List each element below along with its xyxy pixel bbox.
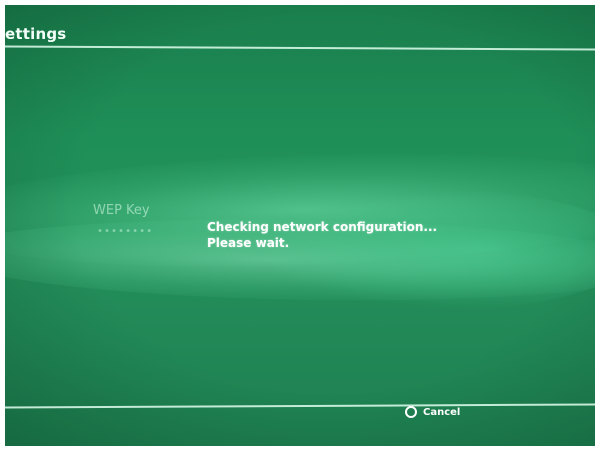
header-divider — [5, 45, 595, 51]
status-line-1: Checking network configuration... — [207, 220, 438, 234]
status-line-2: Please wait. — [207, 236, 290, 250]
wep-key-value: •••••••• — [97, 226, 154, 237]
status-message: Checking network configuration... Please… — [207, 219, 437, 251]
wep-key-label: WEP Key — [93, 203, 150, 218]
cancel-button[interactable]: Cancel — [405, 406, 460, 418]
footer-divider — [5, 403, 595, 409]
page-title: ettings — [5, 25, 67, 43]
circle-button-icon — [405, 406, 417, 418]
cancel-label: Cancel — [423, 406, 461, 418]
screen: ettings WEP Key •••••••• Checking networ… — [5, 5, 595, 446]
